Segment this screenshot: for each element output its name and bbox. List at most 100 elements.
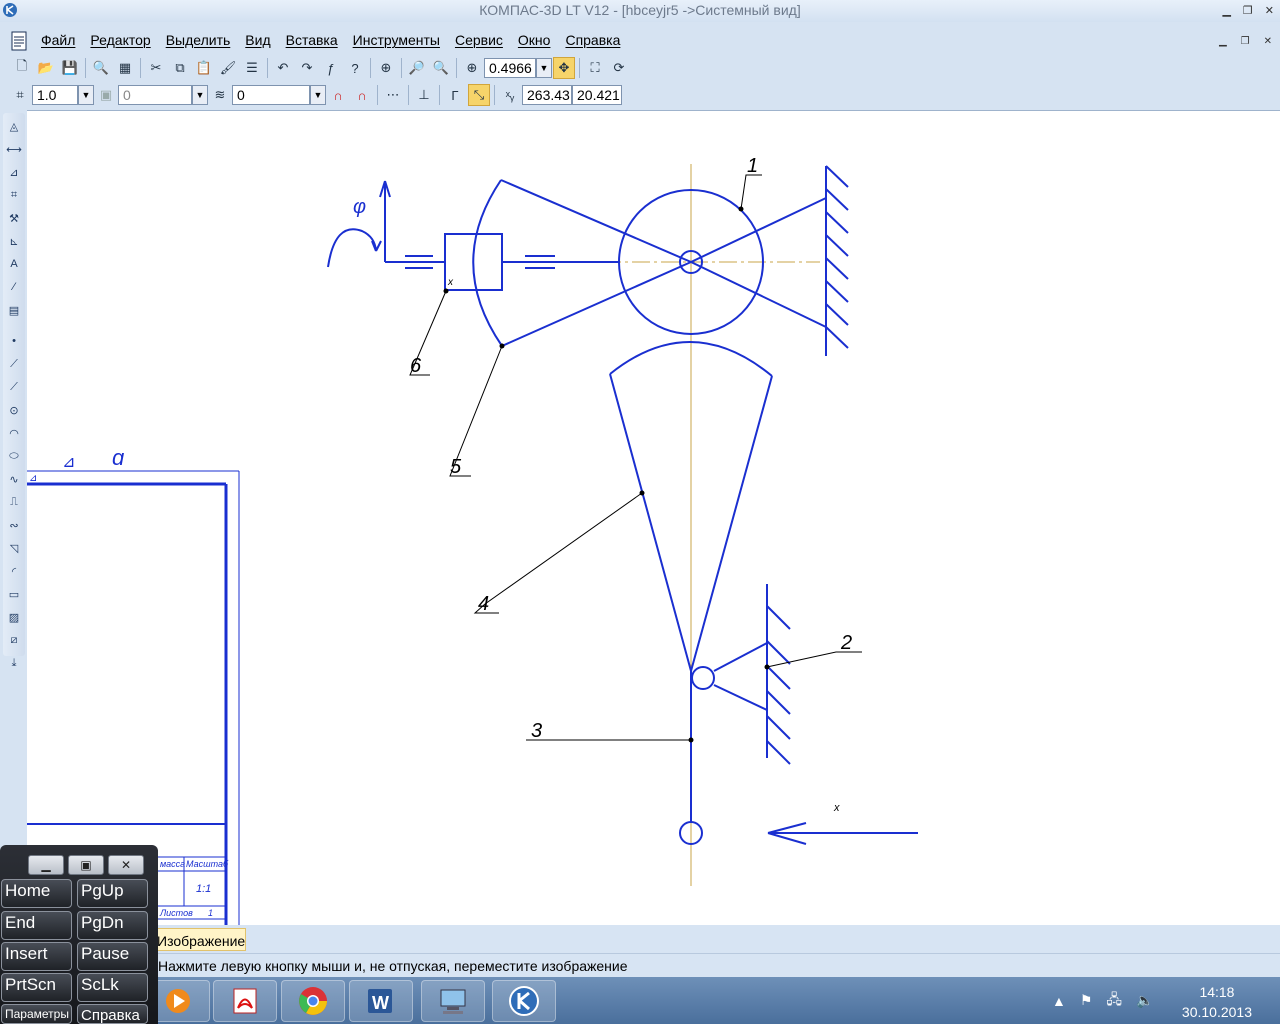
doc-restore-icon[interactable]: ❐ xyxy=(1241,36,1250,47)
arc-icon[interactable]: ◠ xyxy=(5,424,23,442)
rectangle-icon[interactable]: ▭ xyxy=(5,585,23,603)
local-cs-icon[interactable]: ⊥ xyxy=(413,84,435,106)
taskbar-computer[interactable] xyxy=(421,980,485,1022)
paste-icon[interactable]: 📋 xyxy=(193,57,215,79)
minimize-icon[interactable]: ▁ xyxy=(1222,4,1230,17)
grid-snap-icon[interactable]: ⌗ xyxy=(9,84,31,106)
zoom-field[interactable]: 0.4966 xyxy=(484,58,536,78)
menu-edit[interactable]: Редактор xyxy=(90,32,150,48)
ellipse-icon[interactable]: ⬭ xyxy=(5,447,23,465)
action-center-icon[interactable]: ⚑ xyxy=(1080,992,1093,1009)
coord-x-field[interactable]: 263.43 xyxy=(522,85,572,105)
tray-expand-icon[interactable]: ▲ xyxy=(1052,993,1066,1009)
pan-icon[interactable]: ✥ xyxy=(553,57,575,79)
new-document-icon[interactable]: 🗋 xyxy=(11,57,33,79)
zoom-in-icon[interactable]: 🔎 xyxy=(406,57,428,79)
line-scale-field[interactable]: 1.0 xyxy=(32,85,78,105)
bezier-icon[interactable]: ∾ xyxy=(5,516,23,534)
osk-restore-icon[interactable]: ▣ xyxy=(68,855,104,875)
save-icon[interactable]: 💾 xyxy=(59,57,81,79)
collection-icon[interactable]: ⤓ xyxy=(5,654,23,672)
clock[interactable]: 14:18 30.10.2013 xyxy=(1182,982,1252,1022)
contour-icon[interactable]: ⧄ xyxy=(5,631,23,649)
menu-window[interactable]: Окно xyxy=(518,32,551,48)
select-panel-icon[interactable]: Α xyxy=(5,255,23,273)
taskbar-acrobat[interactable] xyxy=(213,980,277,1022)
key-pgup[interactable]: PgUp xyxy=(77,879,148,908)
segment-icon[interactable]: ⟋ xyxy=(5,378,23,396)
grid-icon[interactable]: ⋯ xyxy=(382,84,404,106)
copy-icon[interactable]: ⧉ xyxy=(169,57,191,79)
menu-service[interactable]: Сервис xyxy=(455,32,503,48)
line-scale-dropdown-icon[interactable]: ▼ xyxy=(78,85,94,105)
reports-panel-icon[interactable]: ▤ xyxy=(5,301,23,319)
point-icon[interactable]: • xyxy=(5,332,23,350)
osk-minimize-icon[interactable]: ▁ xyxy=(28,855,64,875)
menu-view[interactable]: Вид xyxy=(245,32,270,48)
show-all-icon[interactable]: ⛶ xyxy=(584,57,606,79)
zoom-out-icon[interactable]: 🔍 xyxy=(430,57,452,79)
zoom-window-icon[interactable]: ⊕ xyxy=(375,57,397,79)
format-painter-icon[interactable]: 🖌 xyxy=(217,57,239,79)
polyline-icon[interactable]: ⎍ xyxy=(5,493,23,511)
style-icon[interactable]: ≋ xyxy=(209,84,231,106)
taskbar-chrome[interactable] xyxy=(281,980,345,1022)
geometry-panel-icon[interactable]: ◬ xyxy=(5,117,23,135)
spline-icon[interactable]: ∿ xyxy=(5,470,23,488)
menu-tools[interactable]: Инструменты xyxy=(353,32,440,48)
help-pointer-icon[interactable]: ? xyxy=(344,57,366,79)
key-pgdn[interactable]: PgDn xyxy=(77,911,148,940)
snap-settings-icon[interactable]: ∩ xyxy=(351,84,373,106)
fillet-icon[interactable]: ◜ xyxy=(5,562,23,580)
style-field[interactable]: 0 xyxy=(232,85,310,105)
taskbar-kompas[interactable] xyxy=(492,980,556,1022)
round-icon[interactable]: ⤡ xyxy=(468,84,490,106)
menu-file[interactable]: Файл xyxy=(41,32,75,48)
document-icon[interactable] xyxy=(8,30,30,52)
hatch-icon[interactable]: ▨ xyxy=(5,608,23,626)
tab-image[interactable]: Изображение xyxy=(150,928,246,951)
dimensions-panel-icon[interactable]: ⟷ xyxy=(5,140,23,158)
undo-icon[interactable]: ↶ xyxy=(272,57,294,79)
key-home[interactable]: Home xyxy=(1,879,72,908)
function-icon[interactable]: ƒ xyxy=(320,57,342,79)
key-end[interactable]: End xyxy=(1,911,72,940)
measure-panel-icon[interactable]: ⊾ xyxy=(5,232,23,250)
style-dropdown-icon[interactable]: ▼ xyxy=(310,85,326,105)
refresh-icon[interactable]: ⟳ xyxy=(608,57,630,79)
layer-field[interactable]: 0 xyxy=(118,85,192,105)
cut-icon[interactable]: ✂ xyxy=(145,57,167,79)
key-sclk[interactable]: ScLk xyxy=(77,973,148,1002)
key-options[interactable]: Параметры xyxy=(1,1004,72,1024)
drawing-canvas[interactable]: ⊿ ⊿ ɑ масса Масштаб 1:1 Листов 1 1 2 3 4… xyxy=(27,110,1280,926)
osk-close-icon[interactable]: ✕ xyxy=(108,855,144,875)
layer-dropdown-icon[interactable]: ▼ xyxy=(192,85,208,105)
chamfer-icon[interactable]: ◹ xyxy=(5,539,23,557)
layer-icon[interactable]: ▣ xyxy=(95,84,117,106)
network-icon[interactable]: 🖧 xyxy=(1106,989,1122,1013)
redo-icon[interactable]: ↷ xyxy=(296,57,318,79)
manager-icon[interactable]: ▦ xyxy=(114,57,136,79)
doc-close-icon[interactable]: ✕ xyxy=(1264,36,1272,47)
key-pause[interactable]: Pause xyxy=(77,942,148,971)
taskbar-word[interactable]: W xyxy=(349,980,413,1022)
auxiliary-line-icon[interactable]: ⟋ xyxy=(5,355,23,373)
zoom-scale-icon[interactable]: ⊕ xyxy=(461,57,483,79)
menu-help[interactable]: Справка xyxy=(565,32,620,48)
close-icon[interactable]: ✕ xyxy=(1265,4,1274,17)
zoom-dropdown-icon[interactable]: ▼ xyxy=(536,58,552,78)
properties-icon[interactable]: ☰ xyxy=(241,57,263,79)
key-help[interactable]: Справка xyxy=(77,1004,148,1024)
coord-y-field[interactable]: 20.421 xyxy=(572,85,622,105)
menu-insert[interactable]: Вставка xyxy=(286,32,338,48)
print-preview-icon[interactable]: 🔍 xyxy=(90,57,112,79)
key-insert[interactable]: Insert xyxy=(1,942,72,971)
snap-magnet-icon[interactable]: ∩ xyxy=(327,84,349,106)
key-prtscn[interactable]: PrtScn xyxy=(1,973,72,1002)
doc-minimize-icon[interactable]: ▁ xyxy=(1219,36,1227,47)
ortho-icon[interactable]: Γ xyxy=(444,84,466,106)
parametrization-panel-icon[interactable]: ⚒ xyxy=(5,209,23,227)
open-icon[interactable]: 📂 xyxy=(35,57,57,79)
circle-icon[interactable]: ⊙ xyxy=(5,401,23,419)
spec-panel-icon[interactable]: ⁄ xyxy=(5,278,23,296)
